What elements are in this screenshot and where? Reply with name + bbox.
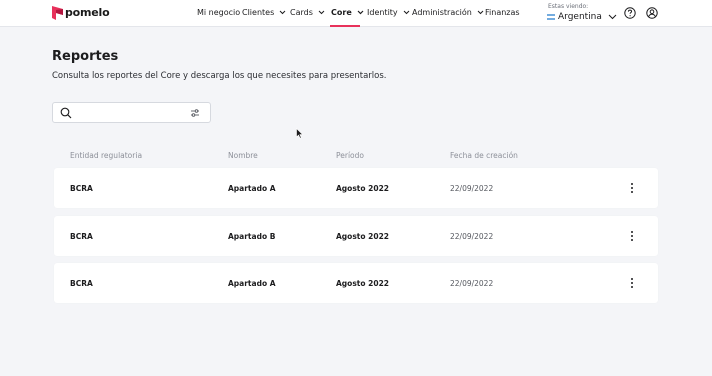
pomelo-logo-icon — [52, 6, 63, 20]
search-input[interactable] — [52, 102, 211, 123]
nav-item-core[interactable]: Core — [331, 8, 364, 17]
search-icon — [60, 107, 72, 119]
cell-name: Apartado A — [228, 279, 276, 288]
column-header-nombre: Nombre — [228, 151, 258, 160]
chevron-down-icon — [357, 10, 364, 15]
column-header-periodo: Período — [336, 151, 364, 160]
nav-item-administracion[interactable]: Administración — [412, 8, 484, 17]
page-subtitle: Consulta los reportes del Core y descarg… — [52, 71, 387, 81]
more-options-icon[interactable] — [628, 182, 636, 194]
country-value: Argentina — [558, 12, 602, 22]
chevron-down-icon — [608, 14, 617, 20]
nav-item-identity[interactable]: Identity — [367, 8, 410, 17]
active-tab-indicator — [330, 25, 360, 27]
page-title: Reportes — [52, 49, 119, 64]
cell-date: 22/09/2022 — [450, 279, 494, 288]
column-header-entidad: Entidad regulatoria — [70, 151, 143, 160]
user-icon[interactable] — [646, 7, 658, 19]
column-header-fecha: Fecha de creación — [450, 151, 518, 160]
cell-period: Agosto 2022 — [336, 279, 390, 288]
cell-entity: BCRA — [70, 279, 93, 288]
nav-item-cards[interactable]: Cards — [290, 8, 325, 17]
chevron-down-icon — [318, 10, 325, 15]
country-selector[interactable]: Argentina — [547, 12, 617, 22]
brand-name: pomelo — [65, 6, 110, 19]
nav-item-clientes[interactable]: Clientes — [242, 8, 286, 17]
cell-period: Agosto 2022 — [336, 184, 390, 193]
argentina-flag-icon — [547, 14, 555, 20]
cell-entity: BCRA — [70, 232, 93, 241]
brand-logo[interactable]: pomelo — [52, 5, 110, 20]
top-navbar: pomelo Mi negocio Clientes Cards Core Id… — [0, 0, 712, 27]
cell-date: 22/09/2022 — [450, 232, 494, 241]
chevron-down-icon — [403, 10, 410, 15]
cell-period: Agosto 2022 — [336, 232, 390, 241]
mouse-cursor-icon — [296, 128, 304, 139]
cell-entity: BCRA — [70, 184, 93, 193]
table-row[interactable]: BCRA Apartado A Agosto 2022 22/09/2022 — [54, 168, 658, 208]
help-icon[interactable] — [624, 7, 636, 19]
more-options-icon[interactable] — [628, 277, 636, 289]
chevron-down-icon — [477, 10, 484, 15]
filter-icon[interactable] — [190, 108, 200, 118]
chevron-down-icon — [279, 10, 286, 15]
nav-item-mi-negocio[interactable]: Mi negocio — [197, 8, 240, 17]
table-row[interactable]: BCRA Apartado A Agosto 2022 22/09/2022 — [54, 263, 658, 303]
cell-name: Apartado A — [228, 184, 276, 193]
cell-date: 22/09/2022 — [450, 184, 494, 193]
nav-item-finanzas[interactable]: Finanzas — [485, 8, 520, 17]
country-caption: Estas viendo: — [548, 3, 589, 10]
table-row[interactable]: BCRA Apartado B Agosto 2022 22/09/2022 — [54, 216, 658, 256]
more-options-icon[interactable] — [628, 230, 636, 242]
cell-name: Apartado B — [228, 232, 276, 241]
